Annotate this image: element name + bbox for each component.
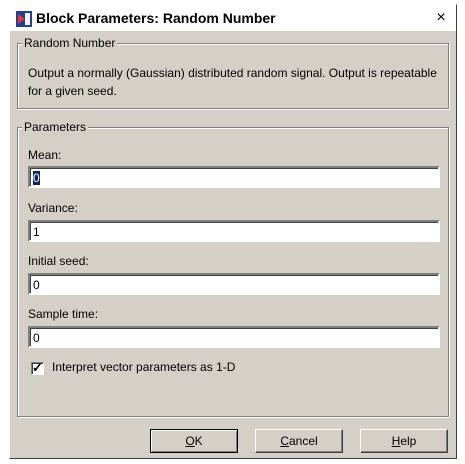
block-description: Output a normally (Gaussian) distributed… — [28, 66, 437, 98]
window-title: Block Parameters: Random Number — [36, 10, 276, 26]
mean-label: Mean: — [28, 148, 62, 162]
variance-value: 1 — [33, 225, 40, 239]
initial-seed-value: 0 — [33, 278, 40, 292]
cancel-mnemonic: C — [280, 434, 289, 448]
mean-input[interactable]: 0 — [28, 166, 440, 188]
interpret-vector-checkbox[interactable]: ✓ — [31, 360, 44, 375]
sample-time-label: Sample time: — [28, 307, 99, 321]
parameters-group-legend: Parameters — [22, 120, 89, 134]
initial-seed-label: Initial seed: — [28, 254, 89, 268]
block-description-group: Random Number Output a normally (Gaussia… — [17, 36, 449, 109]
checkmark-icon: ✓ — [32, 360, 43, 375]
simulink-block-icon — [16, 11, 32, 27]
ok-label-rest: K — [194, 434, 203, 448]
ok-mnemonic: O — [185, 434, 195, 448]
help-button[interactable]: Help — [360, 429, 448, 453]
initial-seed-input[interactable]: 0 — [28, 273, 440, 295]
close-icon[interactable]: × — [432, 9, 450, 27]
variance-input[interactable]: 1 — [28, 220, 440, 242]
sample-time-input[interactable]: 0 — [28, 326, 440, 348]
block-group-legend: Random Number — [22, 36, 118, 50]
title-bar[interactable]: Block Parameters: Random Number × — [10, 5, 456, 31]
block-parameters-dialog: Block Parameters: Random Number × Random… — [9, 4, 457, 459]
parameters-group: Parameters Mean: 0 Variance: 1 Initial s… — [17, 120, 449, 417]
cancel-button[interactable]: Cancel — [255, 429, 343, 453]
ok-button[interactable]: OK — [150, 429, 238, 453]
sample-time-value: 0 — [33, 331, 40, 345]
variance-label: Variance: — [28, 201, 78, 215]
help-label-rest: elp — [400, 434, 417, 448]
interpret-vector-label[interactable]: Interpret vector parameters as 1-D — [52, 360, 235, 374]
mean-value: 0 — [33, 171, 40, 185]
cancel-label-rest: ancel — [288, 434, 318, 448]
